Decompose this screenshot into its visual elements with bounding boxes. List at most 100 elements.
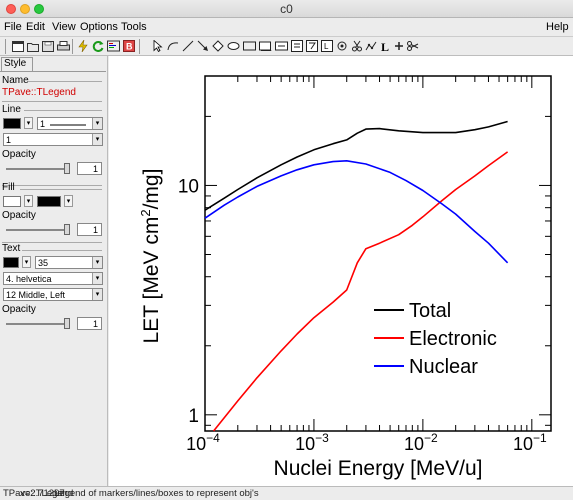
tab-style[interactable]: Style (1, 57, 33, 71)
line-opacity-slider-track[interactable] (6, 168, 70, 170)
divider (2, 101, 102, 102)
fill-opacity-slider-handle[interactable] (64, 224, 70, 235)
y-tick-label: 1 (188, 406, 199, 427)
interrupt-icon[interactable] (76, 39, 90, 53)
line-section-label: Line (2, 104, 21, 115)
text-font-value: 4. helvetica (6, 274, 52, 284)
pave-text-icon[interactable] (290, 39, 304, 53)
pave-label-icon[interactable] (274, 39, 288, 53)
status-bar: TPave::TLegend Legend of markers/lines/b… (0, 486, 573, 500)
fill-pattern-dropdown[interactable]: ▾ (64, 195, 73, 207)
svg-text:L: L (381, 40, 389, 52)
x-tick-label: 10−2 (404, 431, 438, 454)
x-tick-label: 10−3 (295, 431, 329, 454)
line-width-preview-icon (50, 124, 86, 126)
legend-icon[interactable]: L (320, 39, 334, 53)
line-width-value: 1 (40, 119, 46, 129)
menu-edit[interactable]: Edit (26, 21, 45, 33)
inspect-icon[interactable] (106, 39, 120, 53)
diamond-icon[interactable] (211, 39, 225, 53)
toolbar-separator (5, 39, 6, 54)
new-canvas-icon[interactable] (11, 39, 25, 53)
divider (24, 110, 102, 111)
marker-icon[interactable] (335, 39, 349, 53)
text-section-label: Text (2, 243, 21, 254)
legend-label-total: Total (409, 300, 451, 322)
line-color-dropdown[interactable]: ▾ (24, 117, 33, 129)
menu-tools[interactable]: Tools (121, 21, 147, 33)
line-color-swatch[interactable] (3, 118, 21, 129)
browser-icon[interactable]: B (122, 39, 136, 53)
menu-options[interactable]: Options (80, 21, 118, 33)
y-axis-label: LET [MeV cm2/mg] (138, 169, 163, 344)
y-axis-label-sup: 2 (138, 209, 153, 216)
cut-icon[interactable] (350, 39, 364, 53)
divider (28, 81, 102, 82)
arrow-icon[interactable] (196, 39, 210, 53)
svg-text:B: B (126, 42, 133, 52)
x-tick-label: 10−4 (186, 431, 220, 454)
text-opacity-slider-handle[interactable] (64, 318, 70, 329)
line-opacity-label: Opacity (2, 149, 36, 160)
menu-help[interactable]: Help (546, 21, 569, 33)
root-canvas[interactable]: 10−4 10−3 10−2 10−1 1 10 Total Electronic Nucl… (109, 56, 573, 486)
pointer-icon[interactable] (151, 39, 165, 53)
text-size-value: 35 (38, 258, 49, 268)
text-opacity-slider-track[interactable] (6, 323, 70, 325)
add-icon[interactable] (392, 39, 406, 53)
text-opacity-input[interactable]: 1 (77, 317, 102, 330)
divider (2, 185, 102, 186)
line-opacity-slider-handle[interactable] (64, 163, 70, 174)
latex-icon[interactable]: L (378, 39, 392, 53)
x-tick-labels: 10−4 10−3 10−2 10−1 (186, 431, 547, 454)
fill-opacity-input[interactable]: 1 (77, 223, 102, 236)
menu-view[interactable]: View (52, 21, 76, 33)
line-style-select[interactable]: 1 ▾ (3, 133, 103, 146)
arc-icon[interactable] (166, 39, 180, 53)
pad-icon[interactable] (242, 39, 256, 53)
line-icon[interactable] (181, 39, 195, 53)
graph-icon[interactable] (364, 39, 378, 53)
save-icon[interactable] (41, 39, 55, 53)
divider (22, 250, 102, 251)
ellipse-icon[interactable] (226, 39, 240, 53)
menu-bar: File Edit View Options Tools Help (0, 18, 573, 36)
fill-opacity-slider-track[interactable] (6, 229, 70, 231)
svg-text:L: L (324, 42, 329, 51)
refresh-icon[interactable] (91, 39, 105, 53)
y-axis-label-main: LET [MeV cm (140, 217, 163, 344)
text-color-dropdown[interactable]: ▾ (22, 256, 31, 268)
plot-svg: 10−4 10−3 10−2 10−1 1 10 Total Electronic Nucl… (138, 75, 552, 480)
text-size-select[interactable]: 35 ▾ (35, 256, 103, 269)
style-editor-body: Name TPave::TLegend Line ▾ 1 ▾ 1 ▾ Opaci… (0, 71, 106, 330)
fill-pattern-swatch[interactable] (37, 196, 61, 207)
style-editor-panel: Style Name TPave::TLegend Line ▾ 1 ▾ 1 ▾… (0, 56, 108, 486)
text-align-select[interactable]: 12 Middle, Left ▾ (3, 288, 103, 301)
fill-color-dropdown[interactable]: ▾ (24, 195, 33, 207)
chevron-down-icon: ▾ (92, 273, 102, 284)
text-color-swatch[interactable] (3, 257, 19, 268)
line-opacity-input[interactable]: 1 (77, 162, 102, 175)
legend-label-nuclear: Nuclear (409, 356, 478, 378)
x-axis-label: Nuclei Energy [MeV/u] (274, 457, 483, 480)
fill-color-swatch[interactable] (3, 196, 21, 207)
paves-text-icon[interactable] (305, 39, 319, 53)
x-tick-label: 10−1 (513, 431, 547, 454)
window-titlebar: c0 (0, 0, 573, 18)
fill-opacity-label: Opacity (2, 210, 36, 221)
menu-file[interactable]: File (4, 21, 22, 33)
status-info: Legend of markers/lines/boxes to represe… (54, 488, 259, 499)
chevron-down-icon: ▾ (92, 134, 102, 145)
print-icon[interactable] (56, 39, 70, 53)
pave-icon[interactable] (258, 39, 272, 53)
toolbar-separator (72, 39, 73, 54)
y-tick-labels: 1 10 (178, 176, 199, 426)
open-icon[interactable] (26, 39, 40, 53)
name-label: Name (2, 75, 29, 86)
toolbar: B L L (0, 36, 573, 56)
text-font-select[interactable]: 4. helvetica ▾ (3, 272, 103, 285)
line-width-select[interactable]: 1 ▾ (37, 117, 103, 130)
chevron-down-icon: ▾ (92, 118, 102, 129)
cut-scissors-icon[interactable] (406, 39, 420, 53)
window-title: c0 (280, 2, 293, 16)
